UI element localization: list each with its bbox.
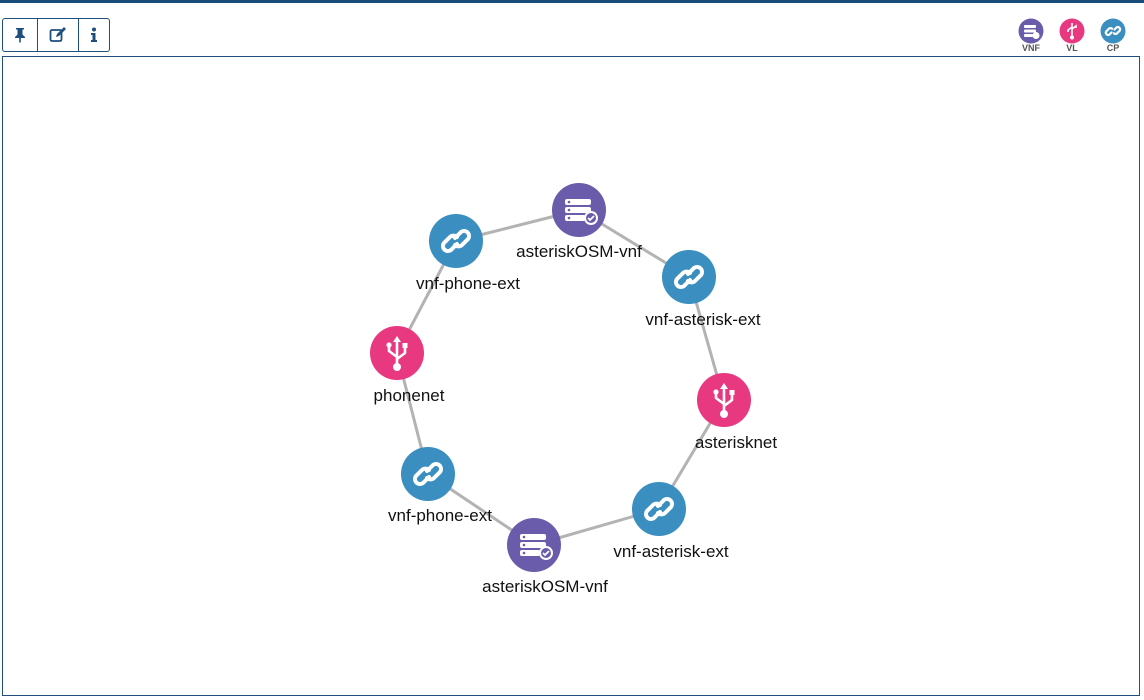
- legend-cp: CP: [1096, 18, 1130, 53]
- info-button[interactable]: [79, 19, 109, 51]
- edit-button[interactable]: [38, 19, 79, 51]
- node-label: vnf-phone-ext: [388, 506, 492, 525]
- edit-icon: [49, 27, 66, 42]
- node-label: phonenet: [374, 386, 445, 405]
- vnf-legend-icon: [1018, 18, 1044, 44]
- cp-node-circle: [632, 482, 686, 536]
- legend-cp-label: CP: [1106, 43, 1120, 53]
- legend-vl-label: VL: [1066, 43, 1078, 53]
- node-label: vnf-phone-ext: [416, 274, 520, 293]
- node-cp[interactable]: [401, 447, 455, 501]
- node-vl[interactable]: [370, 326, 424, 380]
- node-label: asterisknet: [695, 433, 777, 452]
- node-label: vnf-asterisk-ext: [645, 310, 761, 329]
- topology-canvas[interactable]: asteriskOSM-vnf vnf-asterisk-ext asteriskn…: [2, 56, 1140, 696]
- node-vnf[interactable]: [507, 518, 561, 572]
- cp-node-circle: [429, 214, 483, 268]
- node-cp[interactable]: [662, 250, 716, 304]
- vl-legend-icon: [1059, 18, 1085, 44]
- pin-icon: [15, 28, 25, 43]
- node-label: asteriskOSM-vnf: [516, 242, 642, 261]
- node-label: vnf-asterisk-ext: [613, 542, 729, 561]
- legend-vl: VL: [1055, 18, 1089, 53]
- cp-node-circle: [401, 447, 455, 501]
- cp-node-circle: [662, 250, 716, 304]
- legend-vnf: VNF: [1014, 18, 1048, 53]
- legend-vnf-label: VNF: [1022, 43, 1040, 53]
- node-label: asteriskOSM-vnf: [482, 577, 608, 596]
- node-type-legend: VNF VL CP: [1014, 18, 1144, 58]
- top-accent-bar: [0, 0, 1144, 3]
- topology-graph: asteriskOSM-vnf vnf-asterisk-ext asteriskn…: [370, 183, 777, 596]
- node-vnf[interactable]: [552, 183, 606, 237]
- info-icon: [91, 27, 97, 42]
- pin-button[interactable]: [3, 19, 38, 51]
- graph-toolbar: [2, 18, 110, 52]
- cp-legend-icon: [1100, 18, 1126, 44]
- node-cp[interactable]: [632, 482, 686, 536]
- node-cp[interactable]: [429, 214, 483, 268]
- node-vl[interactable]: [697, 373, 751, 427]
